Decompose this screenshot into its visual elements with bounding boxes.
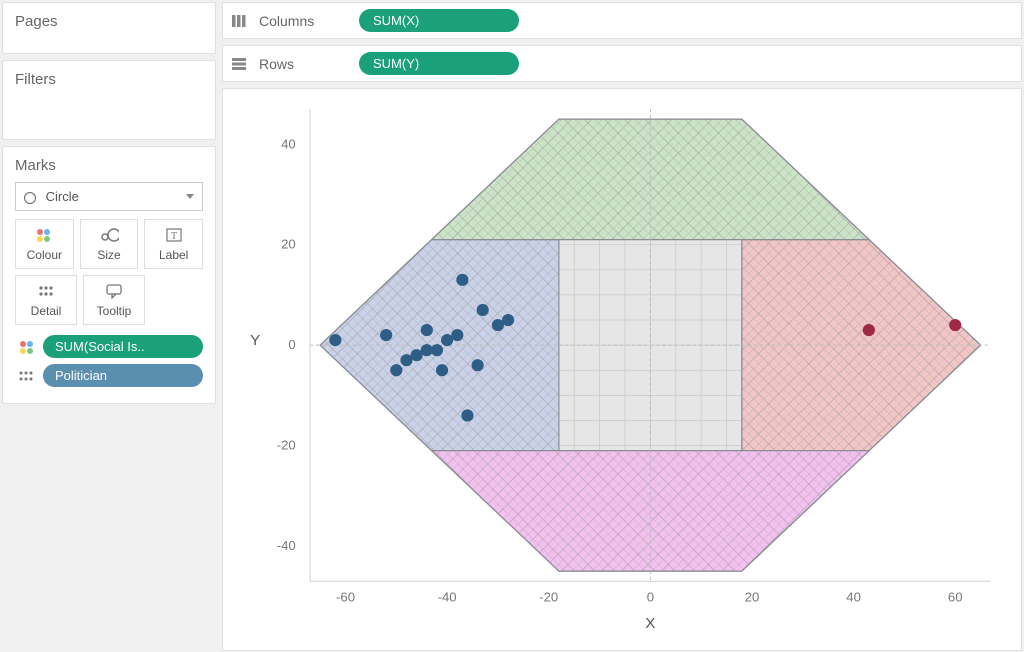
pill-label: Politician [43, 364, 203, 387]
svg-text:Y: Y [250, 332, 260, 349]
marks-label-label: Label [159, 248, 188, 262]
detail-icon [15, 370, 39, 382]
marks-colour-button[interactable]: Colour [15, 219, 74, 269]
pages-title: Pages [15, 13, 203, 30]
marks-pill-colour[interactable]: SUM(Social Is.. [15, 335, 203, 358]
chevron-down-icon [186, 194, 194, 199]
rows-label: Rows [259, 56, 349, 72]
svg-text:0: 0 [647, 589, 654, 604]
marks-tooltip-button[interactable]: Tooltip [83, 275, 145, 325]
colour-icon [34, 226, 54, 244]
svg-text:-20: -20 [539, 589, 558, 604]
svg-text:40: 40 [281, 136, 296, 151]
mark-type-select[interactable]: Circle [15, 182, 203, 211]
marks-label-button[interactable]: T Label [144, 219, 203, 269]
filters-title: Filters [15, 71, 203, 88]
scatter-chart: -60 -40 -20 0 20 40 60 -40 -20 0 20 40 X Y [237, 103, 1007, 640]
svg-text:-60: -60 [336, 589, 355, 604]
columns-label: Columns [259, 13, 349, 29]
svg-text:20: 20 [745, 589, 760, 604]
marks-detail-label: Detail [31, 304, 62, 318]
rows-icon [231, 57, 249, 71]
pages-shelf[interactable]: Pages [2, 2, 216, 54]
size-icon [99, 226, 119, 244]
marks-card: Marks Circle Colour [2, 146, 216, 404]
columns-shelf[interactable]: Columns SUM(X) [222, 2, 1022, 39]
marks-size-button[interactable]: Size [80, 219, 139, 269]
rows-shelf[interactable]: Rows SUM(Y) [222, 45, 1022, 82]
svg-text:-20: -20 [277, 438, 296, 453]
svg-text:X: X [645, 615, 655, 632]
marks-detail-button[interactable]: Detail [15, 275, 77, 325]
svg-text:T: T [171, 231, 177, 242]
tooltip-icon [104, 282, 124, 300]
detail-icon [36, 282, 56, 300]
svg-text:-40: -40 [438, 589, 457, 604]
circle-icon [24, 192, 36, 204]
label-icon: T [164, 226, 184, 244]
filters-shelf[interactable]: Filters [2, 60, 216, 140]
colour-icon [15, 339, 39, 355]
svg-text:20: 20 [281, 237, 296, 252]
marks-title: Marks [15, 157, 203, 174]
rows-pill[interactable]: SUM(Y) [359, 52, 519, 75]
mark-type-label: Circle [46, 189, 79, 204]
svg-text:0: 0 [288, 337, 295, 352]
marks-colour-label: Colour [27, 248, 62, 262]
columns-pill[interactable]: SUM(X) [359, 9, 519, 32]
pill-label: SUM(Social Is.. [43, 335, 203, 358]
svg-text:60: 60 [948, 589, 963, 604]
marks-pill-detail[interactable]: Politician [15, 364, 203, 387]
marks-tooltip-label: Tooltip [97, 304, 132, 318]
chart-area[interactable]: -60 -40 -20 0 20 40 60 -40 -20 0 20 40 X Y [222, 88, 1022, 651]
marks-size-label: Size [97, 248, 120, 262]
svg-text:40: 40 [846, 589, 861, 604]
svg-text:-40: -40 [277, 538, 296, 553]
columns-icon [231, 14, 249, 28]
